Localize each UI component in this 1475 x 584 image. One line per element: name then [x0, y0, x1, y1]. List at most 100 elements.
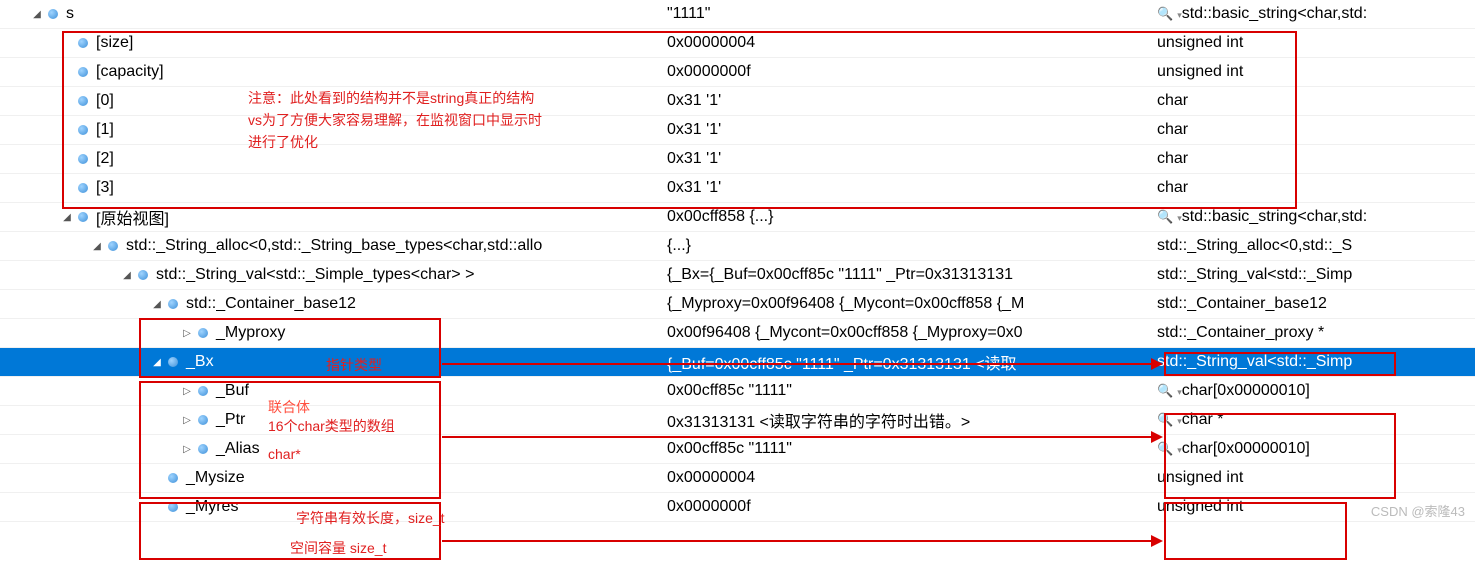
tree-row[interactable]: ◢std::_String_val<std::_Simple_types<cha…: [0, 261, 1475, 290]
name-column: [2]: [0, 150, 667, 168]
value-text: 0x00000004: [667, 469, 755, 486]
tree-row[interactable]: [size]0x00000004unsigned int: [0, 29, 1475, 58]
tree-row[interactable]: [3]0x31 '1'char: [0, 174, 1475, 203]
type-text: char: [1157, 92, 1188, 109]
value-column: {_Buf=0x00cff85c "1111" _Ptr=0x31313131 …: [667, 350, 1157, 374]
visualizer-icon[interactable]: 🔍: [1157, 209, 1173, 224]
visualizer-icon[interactable]: 🔍: [1157, 441, 1173, 456]
tree-row[interactable]: _Mysize0x00000004 unsigned int: [0, 464, 1475, 493]
name-column: [3]: [0, 179, 667, 197]
value-column: 0x00cff85c "1111": [667, 440, 1157, 458]
tree-row[interactable]: ◢[原始视图]0x00cff858 {...}🔍▾std::basic_stri…: [0, 203, 1475, 232]
type-text: char[0x00000010]: [1182, 382, 1310, 399]
value-column: 0x00000004: [667, 469, 1157, 487]
type-text: char *: [1182, 411, 1224, 428]
type-text: std::_String_val<std::_Simp: [1157, 353, 1352, 370]
value-text: 0x31 '1': [667, 179, 721, 196]
expand-none: [60, 94, 74, 108]
variable-icon: [196, 326, 210, 340]
variable-icon: [166, 471, 180, 485]
watermark: CSDN @索隆43: [1371, 501, 1465, 520]
expand-open-icon[interactable]: ◢: [150, 355, 164, 369]
type-text: std::_Container_proxy *: [1157, 324, 1324, 341]
expand-closed-icon[interactable]: ▷: [180, 326, 194, 340]
type-text: std::basic_string<char,std:: [1182, 208, 1367, 225]
expand-open-icon[interactable]: ◢: [60, 210, 74, 224]
value-column: 0x31 '1': [667, 150, 1157, 168]
name-column: ◢std::_String_alloc<0,std::_String_base_…: [0, 237, 667, 255]
value-column: 0x31 '1': [667, 92, 1157, 110]
value-column: 0x0000000f: [667, 63, 1157, 81]
type-column: unsigned int: [1157, 469, 1475, 487]
visualizer-icon[interactable]: 🔍: [1157, 412, 1173, 427]
name-column: [size]: [0, 34, 667, 52]
variable-icon: [166, 355, 180, 369]
annot-ptr: char*: [268, 446, 301, 462]
tree-row[interactable]: [0] 0x31 '1' char: [0, 87, 1475, 116]
variable-name: std::_Container_base12: [186, 295, 356, 313]
value-column: {_Bx={_Buf=0x00cff85c "1111" _Ptr=0x3131…: [667, 266, 1157, 284]
value-column: 0x0000000f: [667, 498, 1157, 516]
value-column: 0x31313131 <读取字符串的字符时出错。>: [667, 408, 1157, 432]
visualizer-icon[interactable]: 🔍: [1157, 383, 1173, 398]
expand-none: [60, 152, 74, 166]
variable-icon: [136, 268, 150, 282]
type-column: std::_String_val<std::_Simp: [1157, 266, 1475, 284]
value-column: 0x00000004: [667, 34, 1157, 52]
name-column: ◢s: [0, 5, 667, 23]
tree-row[interactable]: [2]0x31 '1'char: [0, 145, 1475, 174]
tree-row[interactable]: ▷_Ptr0x31313131 <读取字符串的字符时出错。>🔍▾char *: [0, 406, 1475, 435]
type-text: char[0x00000010]: [1182, 440, 1310, 457]
value-text: 0x00cff85c "1111": [667, 382, 792, 399]
annot-myproxy: 指针类型: [326, 355, 382, 375]
variable-icon: [76, 181, 90, 195]
visualizer-icon[interactable]: 🔍: [1157, 6, 1173, 21]
tree-row[interactable]: ▷_Myproxy0x00f96408 {_Mycont=0x00cff858 …: [0, 319, 1475, 348]
value-column: {_Myproxy=0x00f96408 {_Mycont=0x00cff858…: [667, 295, 1157, 313]
type-column: char: [1157, 150, 1475, 168]
tree-row[interactable]: ◢std::_String_alloc<0,std::_String_base_…: [0, 232, 1475, 261]
annot-bx: 联合体: [268, 397, 310, 417]
tree-row[interactable]: ▷_Alias0x00cff85c "1111"🔍▾char[0x0000001…: [0, 435, 1475, 464]
value-text: 0x31 '1': [667, 92, 721, 109]
tree-row[interactable]: ◢s"1111"🔍▾std::basic_string<char,std:: [0, 0, 1475, 29]
variable-icon: [166, 297, 180, 311]
expand-open-icon[interactable]: ◢: [150, 297, 164, 311]
tree-row[interactable]: ▷_Buf0x00cff85c "1111"🔍▾char[0x00000010]: [0, 377, 1475, 406]
name-column: ◢[原始视图]: [0, 205, 667, 229]
type-column: std::_String_alloc<0,std::_S: [1157, 237, 1475, 255]
expand-closed-icon[interactable]: ▷: [180, 442, 194, 456]
variable-name: [0]: [96, 92, 114, 110]
value-column: 0x31 '1': [667, 179, 1157, 197]
expand-open-icon[interactable]: ◢: [30, 7, 44, 21]
expand-closed-icon[interactable]: ▷: [180, 384, 194, 398]
value-text: 0x0000000f: [667, 63, 751, 80]
expand-none: [60, 181, 74, 195]
expand-open-icon[interactable]: ◢: [120, 268, 134, 282]
type-text: unsigned int: [1157, 63, 1243, 80]
variable-icon: [76, 210, 90, 224]
value-text: 0x00f96408 {_Mycont=0x00cff858 {_Myproxy…: [667, 324, 1023, 341]
variable-icon: [76, 123, 90, 137]
type-text: std::_String_val<std::_Simp: [1157, 266, 1352, 283]
value-text: 0x31313131 <读取字符串的字符时出错。>: [667, 414, 970, 431]
arrow-3: [442, 540, 1161, 542]
type-column: unsigned int: [1157, 63, 1475, 81]
value-text: {...}: [667, 237, 691, 254]
tree-row[interactable]: [1]0x31 '1'char: [0, 116, 1475, 145]
variable-name: [3]: [96, 179, 114, 197]
variable-icon: [76, 152, 90, 166]
expand-none: [150, 500, 164, 514]
variable-name: [capacity]: [96, 63, 164, 81]
tree-row[interactable]: ◢ std::_Container_base12 {_Myproxy=0x00f96…: [0, 290, 1475, 319]
tree-row[interactable]: [capacity] 0x0000000f unsigned int: [0, 58, 1475, 87]
tree-row[interactable]: _Myres0x0000000funsigned int: [0, 493, 1475, 522]
type-column: 🔍▾char[0x00000010]: [1157, 440, 1475, 458]
expand-open-icon[interactable]: ◢: [90, 239, 104, 253]
variable-icon: [76, 65, 90, 79]
name-column: _Mysize: [0, 469, 667, 487]
variable-name: _Myres: [186, 498, 238, 516]
expand-closed-icon[interactable]: ▷: [180, 413, 194, 427]
variable-icon: [76, 36, 90, 50]
value-column: 0x00f96408 {_Mycont=0x00cff858 {_Myproxy…: [667, 324, 1157, 342]
